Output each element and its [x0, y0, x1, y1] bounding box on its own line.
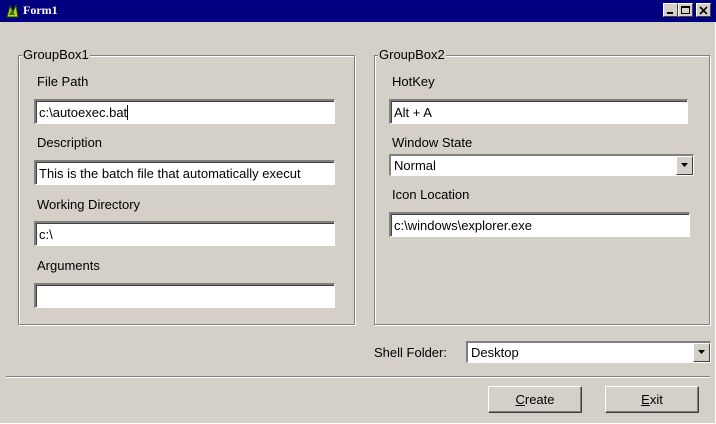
shell-folder-dropdown-button[interactable]: [693, 343, 710, 362]
window-title: Form1: [23, 3, 58, 17]
arguments-input[interactable]: [34, 283, 335, 308]
description-value: This is the batch file that automaticall…: [39, 166, 301, 181]
separator-line: [6, 376, 710, 378]
hotkey-label: HotKey: [392, 74, 435, 89]
shell-folder-value: Desktop: [471, 345, 519, 360]
hotkey-input[interactable]: Alt + A: [389, 99, 688, 124]
minimize-icon: [667, 12, 673, 14]
icon-location-value: c:\windows\explorer.exe: [394, 218, 533, 233]
window-state-label: Window State: [392, 135, 473, 150]
window-state-dropdown-button[interactable]: [676, 156, 693, 175]
window-state-value: Normal: [394, 158, 436, 173]
description-input[interactable]: This is the batch file that automaticall…: [34, 160, 335, 185]
working-directory-value: c:\: [39, 227, 53, 242]
text-caret: [127, 105, 129, 120]
groupbox2-title: GroupBox2: [378, 47, 446, 63]
file-path-input[interactable]: c:\autoexec.bat: [34, 99, 335, 124]
form-window: Form1 GroupBox1 File Path c:\autoexec.ba…: [0, 0, 716, 424]
exit-mnemonic: E: [641, 392, 650, 407]
app-icon: [4, 3, 20, 19]
working-directory-label: Working Directory: [37, 197, 141, 212]
shell-folder-select[interactable]: Desktop: [466, 341, 711, 363]
icon-location-label: Icon Location: [392, 187, 470, 202]
description-label: Description: [37, 135, 103, 150]
exit-label: xit: [649, 392, 663, 407]
create-button[interactable]: Create: [488, 386, 582, 413]
chevron-down-icon: [681, 163, 688, 167]
maximize-button[interactable]: [678, 3, 693, 17]
working-directory-input[interactable]: c:\: [34, 221, 335, 246]
close-button[interactable]: [696, 3, 711, 17]
file-path-value: c:\autoexec.bat: [39, 105, 128, 120]
create-label: reate: [524, 392, 555, 407]
shell-folder-label: Shell Folder:: [374, 345, 447, 360]
groupbox1-title: GroupBox1: [22, 47, 90, 63]
close-icon: [699, 6, 708, 15]
maximize-icon: [681, 6, 690, 14]
chevron-down-icon: [698, 350, 705, 354]
hotkey-value: Alt + A: [394, 105, 432, 120]
icon-location-input[interactable]: c:\windows\explorer.exe: [389, 212, 690, 237]
title-bar[interactable]: Form1: [0, 0, 716, 22]
window-state-select[interactable]: Normal: [389, 154, 694, 176]
file-path-label: File Path: [37, 74, 89, 89]
arguments-label: Arguments: [37, 258, 100, 273]
exit-button[interactable]: Exit: [605, 386, 699, 413]
create-mnemonic: C: [515, 392, 525, 407]
minimize-button[interactable]: [663, 3, 678, 17]
